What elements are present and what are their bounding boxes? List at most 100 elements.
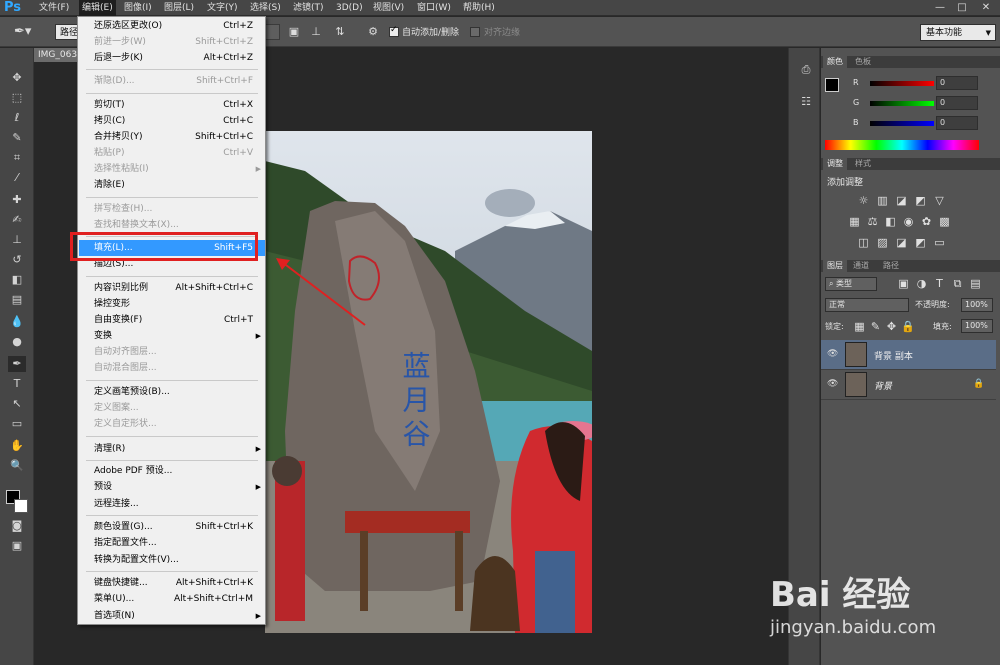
photo-filter-icon[interactable]: ◉ [902, 215, 915, 228]
menu-item-define-brush[interactable]: 定义画笔预设(B)... [79, 384, 265, 400]
channel-mixer-icon[interactable]: ✿ [920, 215, 933, 228]
threshold-icon[interactable]: ◪ [895, 236, 908, 249]
menu-item-paste-special[interactable]: 选择性粘贴(I) ▶ [79, 161, 265, 177]
filter-adjustment-icon[interactable]: ◑ [915, 277, 928, 290]
menu-file[interactable]: 文件(F) [36, 0, 72, 16]
menu-edit[interactable]: 编辑(E) [79, 0, 116, 16]
color-balance-icon[interactable]: ⚖ [866, 215, 879, 228]
blue-value[interactable]: 0 [936, 116, 978, 130]
zoom-tool-icon[interactable]: 🔍 [8, 458, 26, 474]
tab-channels[interactable]: 通道 [849, 260, 873, 272]
filter-pixel-icon[interactable]: ▣ [897, 277, 910, 290]
history-panel-icon[interactable]: ⎙ [798, 62, 814, 78]
menu-item-copy-merged[interactable]: 合并拷贝(Y) Shift+Ctrl+C [79, 129, 265, 145]
red-slider[interactable] [870, 81, 934, 86]
tab-styles[interactable]: 样式 [851, 158, 875, 170]
menu-item-spell-check[interactable]: 拼写检查(H)... [79, 201, 265, 217]
screen-mode-icon[interactable]: ▣ [8, 538, 26, 554]
path-operations-icon[interactable]: ▣ [287, 25, 301, 39]
menu-item-keyboard-shortcuts[interactable]: 键盘快捷键... Alt+Shift+Ctrl+K [79, 575, 265, 591]
menu-item-fade[interactable]: 渐隐(D)... Shift+Ctrl+F [79, 73, 265, 89]
menu-item-copy[interactable]: 拷贝(C) Ctrl+C [79, 113, 265, 129]
marquee-tool-icon[interactable]: ⬚ [8, 90, 26, 106]
tab-swatches[interactable]: 色板 [851, 56, 875, 68]
hue-saturation-icon[interactable]: ▦ [848, 215, 861, 228]
gradient-map-icon[interactable]: ▭ [933, 236, 946, 249]
healing-brush-tool-icon[interactable]: ✚ [8, 192, 26, 208]
maximize-button[interactable]: □ [952, 0, 972, 16]
crop-tool-icon[interactable]: ⌗ [8, 150, 26, 166]
menu-help[interactable]: 帮助(H) [460, 0, 498, 16]
path-selection-tool-icon[interactable]: ↖ [8, 396, 26, 412]
menu-window[interactable]: 窗口(W) [414, 0, 454, 16]
menu-image[interactable]: 图像(I) [121, 0, 155, 16]
menu-item-cut[interactable]: 剪切(T) Ctrl+X [79, 97, 265, 113]
dodge-tool-icon[interactable]: ● [8, 334, 26, 350]
blend-mode-select[interactable]: 正常 [825, 298, 909, 312]
filter-shape-icon[interactable]: ⧉ [951, 277, 964, 290]
background-color-swatch[interactable] [14, 499, 28, 513]
lock-position-icon[interactable]: ✥ [885, 320, 898, 333]
invert-icon[interactable]: ◫ [857, 236, 870, 249]
menu-select[interactable]: 选择(S) [247, 0, 284, 16]
menu-item-presets[interactable]: 预设 ▶ [79, 479, 265, 495]
menu-item-define-shape[interactable]: 定义自定形状... [79, 416, 265, 432]
green-slider[interactable] [870, 101, 934, 106]
gradient-tool-icon[interactable]: ▤ [8, 292, 26, 308]
blue-slider[interactable] [870, 121, 934, 126]
menu-item-step-forward[interactable]: 前进一步(W) Shift+Ctrl+Z [79, 34, 265, 50]
menu-item-purge[interactable]: 清理(R) ▶ [79, 441, 265, 457]
brush-tool-icon[interactable]: ✍ [8, 212, 26, 228]
menu-item-menus[interactable]: 菜单(U)... Alt+Shift+Ctrl+M [79, 591, 265, 607]
menu-item-preferences[interactable]: 首选项(N) ▶ [79, 608, 265, 624]
lock-pixels-icon[interactable]: ✎ [869, 320, 882, 333]
curves-icon[interactable]: ◪ [895, 194, 908, 207]
tab-paths[interactable]: 路径 [879, 260, 903, 272]
menu-item-content-aware-scale[interactable]: 内容识别比例 Alt+Shift+Ctrl+C [79, 280, 265, 296]
lock-all-icon[interactable]: 🔒 [901, 320, 915, 333]
menu-item-auto-blend-layers[interactable]: 自动混合图层... [79, 360, 265, 376]
layer-filter-select[interactable]: ⌕ 类型 [825, 277, 877, 291]
photo-canvas[interactable]: 蓝月谷 [265, 131, 592, 633]
menu-item-free-transform[interactable]: 自由变换(F) Ctrl+T [79, 312, 265, 328]
menu-item-assign-profile[interactable]: 指定配置文件... [79, 535, 265, 551]
menu-item-transform[interactable]: 变换 ▶ [79, 328, 265, 344]
quick-select-tool-icon[interactable]: ✎ [8, 130, 26, 146]
workspace-select[interactable]: 基本功能 ▼ [920, 24, 996, 41]
pen-tool-icon[interactable]: ✒ [8, 356, 26, 372]
green-value[interactable]: 0 [936, 96, 978, 110]
type-tool-icon[interactable]: T [8, 376, 26, 392]
align-edges-checkbox[interactable] [470, 27, 480, 37]
tab-layers[interactable]: 图层 [823, 260, 847, 272]
minimize-button[interactable]: — [930, 0, 950, 16]
menu-item-remote-connections[interactable]: 远程连接... [79, 496, 265, 512]
menu-layer[interactable]: 图层(L) [161, 0, 197, 16]
posterize-icon[interactable]: ▨ [876, 236, 889, 249]
eyedropper-tool-icon[interactable]: ⁄ [8, 170, 26, 186]
filter-type-icon[interactable]: T [933, 277, 946, 290]
black-white-icon[interactable]: ◧ [884, 215, 897, 228]
eye-icon[interactable]: 👁 [827, 379, 838, 389]
history-brush-tool-icon[interactable]: ↺ [8, 252, 26, 268]
document-tab[interactable]: IMG_063 [34, 48, 80, 62]
menu-type[interactable]: 文字(Y) [204, 0, 241, 16]
filter-smart-object-icon[interactable]: ▤ [969, 277, 982, 290]
auto-add-delete-checkbox[interactable] [389, 25, 399, 37]
menu-item-color-settings[interactable]: 颜色设置(G)... Shift+Ctrl+K [79, 519, 265, 535]
move-tool-icon[interactable]: ✥ [8, 70, 26, 86]
hand-tool-icon[interactable]: ✋ [8, 438, 26, 454]
gear-icon[interactable]: ⚙ [366, 25, 380, 39]
path-mode-select[interactable]: 路径 [55, 24, 79, 40]
selective-color-icon[interactable]: ◩ [914, 236, 927, 249]
opacity-input[interactable]: 100% [961, 298, 993, 312]
tab-adjustments[interactable]: 调整 [823, 158, 847, 170]
levels-icon[interactable]: ▥ [876, 194, 889, 207]
color-spectrum[interactable] [825, 140, 979, 150]
menu-view[interactable]: 视图(V) [370, 0, 407, 16]
path-arrangement-icon[interactable]: ⇅ [333, 25, 347, 39]
eraser-tool-icon[interactable]: ◧ [8, 272, 26, 288]
menu-item-auto-align-layers[interactable]: 自动对齐图层... [79, 344, 265, 360]
lock-transparent-icon[interactable]: ▦ [853, 320, 866, 333]
rectangle-tool-icon[interactable]: ▭ [8, 416, 26, 432]
menu-3d[interactable]: 3D(D) [333, 0, 366, 16]
